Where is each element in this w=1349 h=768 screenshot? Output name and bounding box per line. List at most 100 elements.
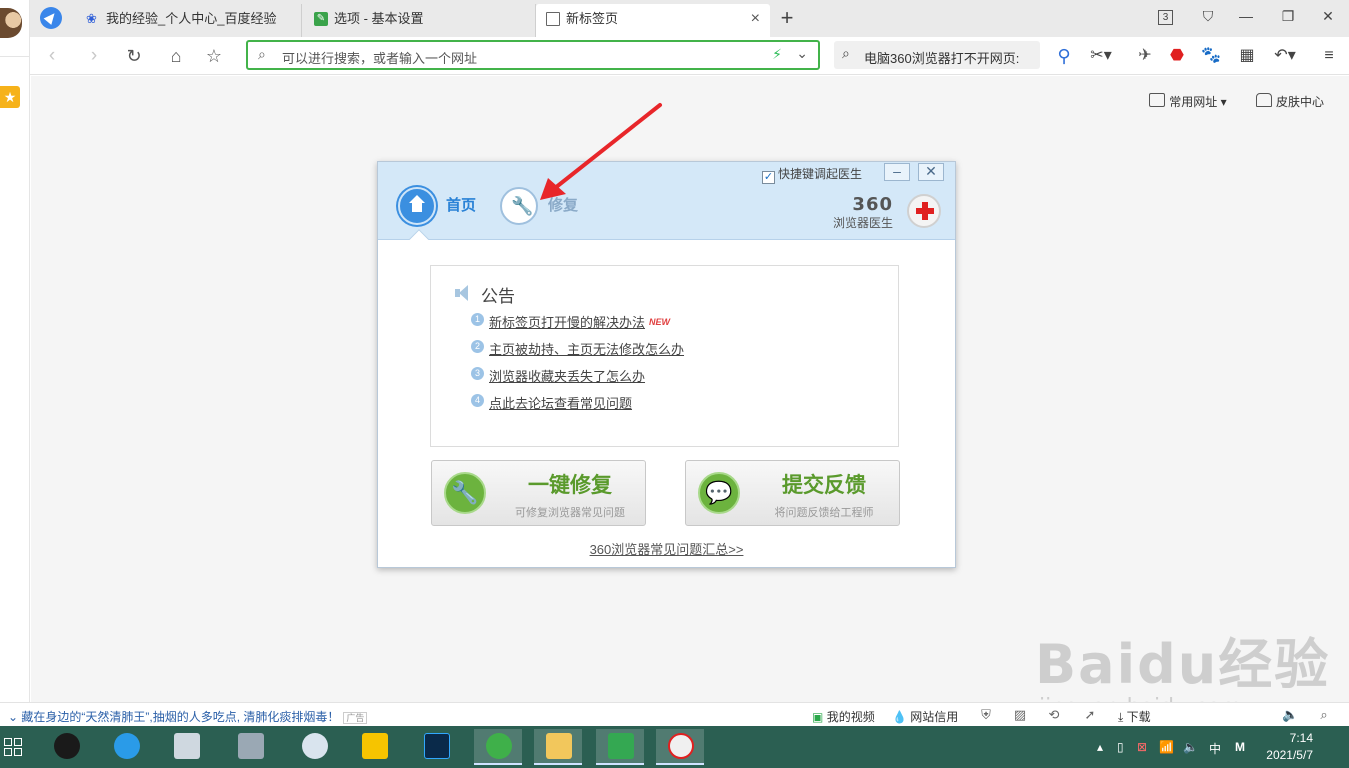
notice-number: 3	[471, 367, 484, 380]
extension-cursor-icon[interactable]: ✈	[1134, 45, 1156, 67]
dialog-minimize-button[interactable]: –	[884, 163, 910, 181]
search-input[interactable]: 电脑360浏览器打不开网页:	[864, 48, 1036, 67]
new-tab-button[interactable]: +	[774, 4, 800, 32]
new-tab-page: 常用网址 ▾ 皮肤中心 ✓ 快捷键调起医生 – ✕ 首页 🔧 修复 360 浏览器…	[31, 76, 1349, 702]
my-video-label: 我的视频	[826, 710, 875, 724]
apps-grid-icon[interactable]: ▦	[1236, 45, 1258, 67]
tray-signal-icon[interactable]: 📶	[1159, 740, 1174, 754]
skin-center-link[interactable]: 皮肤中心	[1255, 93, 1324, 110]
search-go-icon[interactable]: ⚲	[1053, 45, 1075, 67]
volume-icon[interactable]: 🔈	[1282, 707, 1298, 723]
forward-icon[interactable]: ›	[82, 44, 106, 68]
notice-number: 1	[471, 313, 484, 326]
checkbox-checked-icon[interactable]: ✓	[762, 171, 775, 184]
skin-shirt-icon[interactable]: ⛉	[1198, 8, 1218, 25]
notice-link[interactable]: 浏览器收藏夹丢失了怎么办	[489, 369, 645, 384]
common-sites-label: 常用网址	[1169, 95, 1218, 109]
taskbar-spreadsheet[interactable]	[596, 729, 644, 765]
scissors-screenshot-icon[interactable]: ✂▾	[1090, 45, 1112, 67]
tray-network-error-icon[interactable]: ⊠	[1137, 740, 1147, 754]
notice-item: 3 浏览器收藏夹丢失了怎么办	[471, 366, 684, 393]
nav-home-tab[interactable]: 首页	[398, 186, 476, 226]
adblock-icon[interactable]: ⬣	[1166, 45, 1188, 67]
rocket-icon[interactable]: ➚	[1082, 707, 1098, 723]
taskbar-clock[interactable]: 7:14 2021/5/7	[1266, 730, 1313, 764]
submit-feedback-button[interactable]: 💬 提交反馈 将问题反馈给工程师	[685, 460, 900, 526]
taskbar-file-explorer[interactable]	[534, 729, 582, 765]
nav-repair-tab[interactable]: 🔧 修复	[500, 186, 578, 226]
browser-logo-icon[interactable]	[40, 7, 62, 29]
zoom-search-icon[interactable]: ⌕	[1316, 707, 1332, 723]
tab-baidu-experience[interactable]: ❀ 我的经验_个人中心_百度经验	[76, 4, 302, 37]
tab-count-badge[interactable]: 3	[1158, 10, 1173, 25]
my-video-link[interactable]: ▣ 我的视频	[812, 708, 875, 725]
taskbar-player[interactable]	[350, 729, 398, 765]
site-credit-label: 网站信用	[910, 710, 959, 724]
undo-icon[interactable]: ↶▾	[1274, 45, 1296, 67]
menu-icon[interactable]: ≡	[1318, 45, 1340, 67]
nav-repair-label: 修复	[548, 197, 579, 214]
ime-indicator[interactable]: 中	[1209, 740, 1221, 757]
favorites-star-icon[interactable]: ★	[0, 86, 20, 108]
ime-mode-indicator[interactable]: M	[1235, 740, 1245, 754]
notice-link[interactable]: 点此去论坛查看常见问题	[489, 396, 632, 411]
tray-overflow-icon[interactable]: ▴	[1097, 740, 1103, 754]
new-badge: NEW	[649, 317, 671, 327]
common-sites-link[interactable]: 常用网址 ▾	[1149, 93, 1227, 110]
taskbar-photoshop[interactable]	[412, 729, 460, 765]
monitor-icon	[238, 733, 264, 759]
search-box[interactable]: ⌕ 电脑360浏览器打不开网页:	[834, 41, 1040, 69]
quick-key-checkbox[interactable]: ✓ 快捷键调起医生	[762, 165, 862, 184]
ad-close-icon[interactable]: 广告	[343, 712, 368, 724]
user-avatar[interactable]	[0, 8, 22, 38]
notice-link[interactable]: 主页被劫持、主页无法修改怎么办	[489, 342, 684, 357]
restore-icon[interactable]: ❐	[1278, 8, 1298, 25]
faq-link[interactable]: 360浏览器常见问题汇总>>	[378, 539, 955, 558]
bookmark-star-icon[interactable]: ☆	[202, 44, 226, 68]
shield-icon[interactable]: ⛨	[978, 707, 994, 723]
chevron-down-icon[interactable]: ⌄	[796, 45, 808, 62]
taskbar-snipping[interactable]	[290, 729, 338, 765]
quick-key-label: 快捷键调起医生	[778, 167, 863, 181]
download-link[interactable]: ⤓ 下载	[1118, 708, 1151, 725]
extension-pet-icon[interactable]: 🐾	[1200, 45, 1222, 67]
taskbar-ie[interactable]	[102, 729, 150, 765]
address-bar[interactable]: ⌕ 可以进行搜索，或者输入一个网址 ⚡ ⌄	[246, 40, 820, 70]
address-input[interactable]: 可以进行搜索，或者输入一个网址	[282, 48, 477, 67]
back-icon[interactable]: ‹	[40, 44, 64, 68]
minimize-icon[interactable]: —	[1236, 8, 1256, 24]
audio-app-icon	[54, 733, 80, 759]
dialog-close-button[interactable]: ✕	[918, 163, 944, 181]
tab-close-icon[interactable]: ×	[751, 4, 760, 34]
taskbar-browser-doctor[interactable]	[656, 729, 704, 765]
one-click-repair-button[interactable]: 🔧 一键修复 可修复浏览器常见问题	[431, 460, 646, 526]
taskbar-monitor[interactable]	[226, 729, 274, 765]
tab-new-tab[interactable]: 新标签页 ×	[536, 4, 770, 37]
tray-volume-icon[interactable]: 🔈	[1183, 740, 1198, 754]
home-icon[interactable]: ⌂	[164, 44, 188, 68]
notice-item: 2 主页被劫持、主页无法修改怎么办	[471, 339, 684, 366]
download-label: 下载	[1126, 710, 1151, 724]
site-credit-link[interactable]: 💧 网站信用	[892, 708, 958, 725]
tab-options[interactable]: ✎ 选项 - 基本设置	[304, 4, 536, 37]
tray-device-icon[interactable]: ▯	[1117, 740, 1124, 754]
search-icon: ⌕	[842, 45, 850, 61]
search-icon: ⌕	[258, 46, 266, 62]
notice-link[interactable]: 新标签页打开慢的解决办法	[489, 315, 645, 330]
taskbar-360-browser[interactable]	[474, 729, 522, 765]
baidu-paw-icon: ❀	[86, 11, 97, 26]
top-links: 常用网址 ▾ 皮肤中心	[1123, 93, 1324, 110]
translate-icon[interactable]: ⟲	[1046, 707, 1062, 723]
status-ad[interactable]: ⌄ 藏在身边的“天然清肺王”,抽烟的人多吃点, 清肺化痰排烟毒！ 广告	[8, 708, 368, 725]
image-icon[interactable]: ▨	[1012, 707, 1028, 723]
skin-center-label: 皮肤中心	[1275, 95, 1324, 109]
wrench-icon: 🔧	[500, 187, 538, 225]
speed-bolt-icon[interactable]: ⚡	[772, 46, 782, 63]
home-icon	[398, 187, 436, 225]
windows-start-icon[interactable]	[4, 738, 22, 756]
ad-text: 藏在身边的“天然清肺王”,抽烟的人多吃点, 清肺化痰排烟毒！	[21, 710, 340, 724]
refresh-icon[interactable]: ↻	[122, 44, 146, 68]
close-window-icon[interactable]: ✕	[1318, 8, 1338, 25]
taskbar-calculator[interactable]	[162, 729, 210, 765]
taskbar-audio-app[interactable]	[42, 729, 90, 765]
